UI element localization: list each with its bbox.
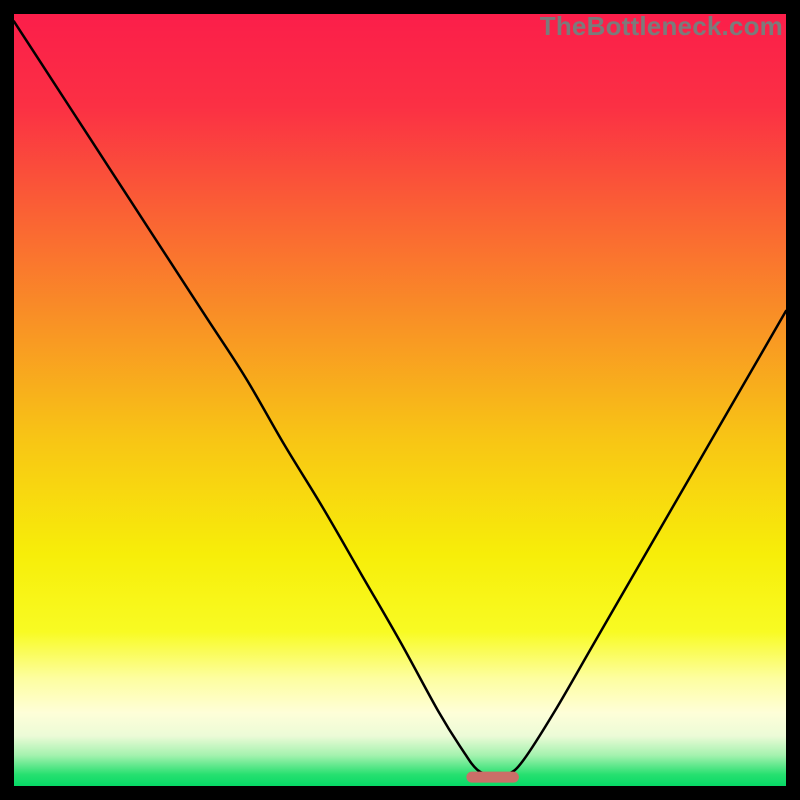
bottleneck-chart [14, 14, 786, 786]
chart-frame: TheBottleneck.com [14, 14, 786, 786]
heat-gradient-background [14, 14, 786, 786]
optimal-marker [466, 772, 518, 783]
watermark-text: TheBottleneck.com [540, 11, 783, 42]
